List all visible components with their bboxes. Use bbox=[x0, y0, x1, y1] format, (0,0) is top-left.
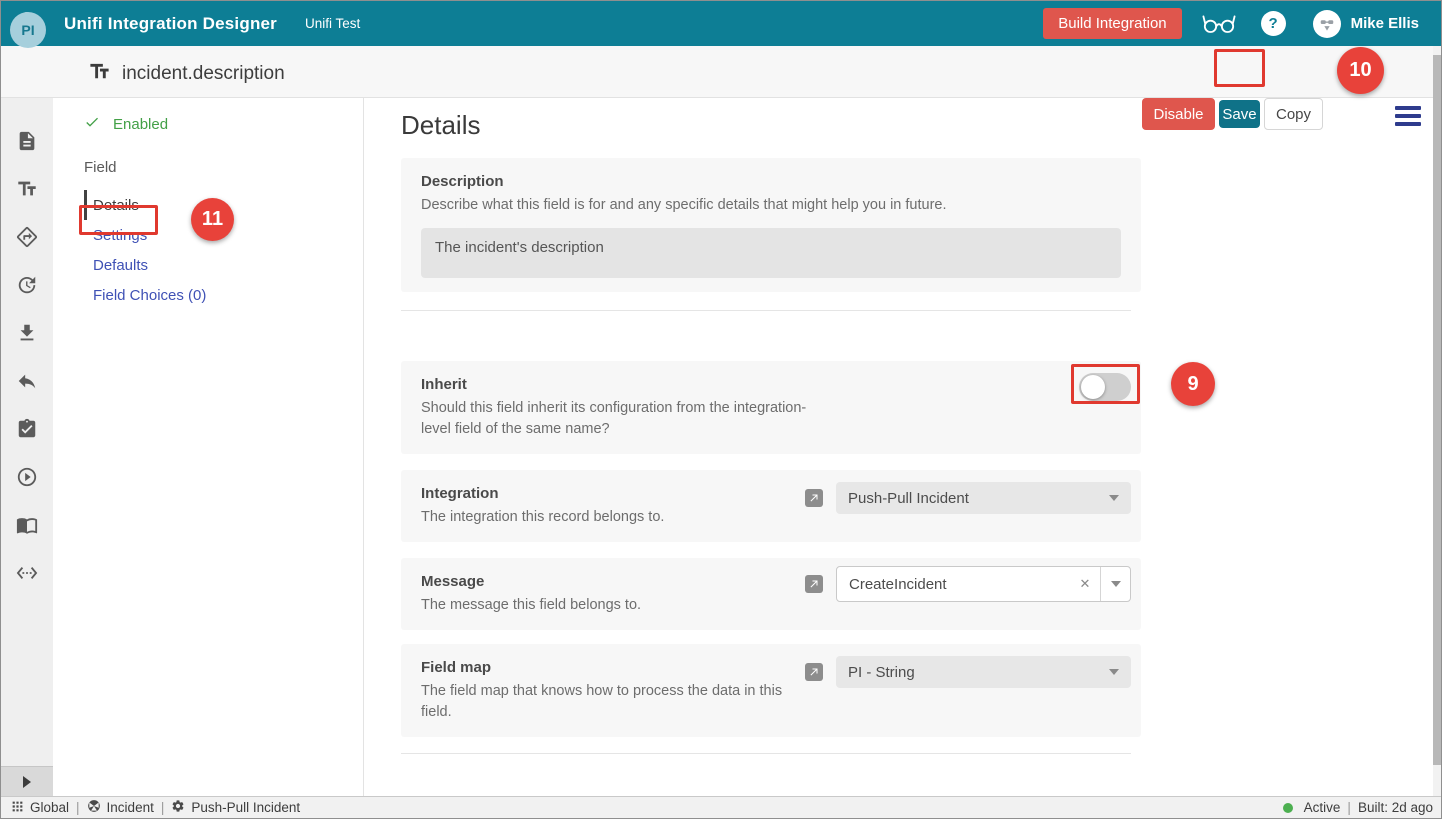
disable-button[interactable]: Disable bbox=[1142, 98, 1215, 130]
integration-label: Integration bbox=[421, 484, 805, 503]
glasses-icon[interactable] bbox=[1202, 12, 1236, 35]
chevron-down-icon bbox=[1109, 495, 1119, 501]
open-record-icon[interactable] bbox=[805, 489, 823, 507]
chevron-down-icon bbox=[1109, 669, 1119, 675]
text-fields-icon[interactable] bbox=[16, 178, 38, 200]
message-label: Message bbox=[421, 572, 805, 591]
record-title-group: incident.description bbox=[88, 60, 285, 88]
user-avatar[interactable] bbox=[1313, 10, 1341, 38]
integration-help: The integration this record belongs to. bbox=[421, 507, 805, 528]
collapse-panel-button[interactable] bbox=[1, 766, 53, 796]
active-status: Active bbox=[1283, 800, 1341, 815]
unifi-integration-designer-window: { "topbar": { "app_title": "Unifi Integr… bbox=[0, 0, 1442, 819]
download-icon[interactable] bbox=[16, 322, 38, 344]
vertical-scrollbar[interactable] bbox=[1433, 46, 1441, 796]
inherit-toggle[interactable] bbox=[1079, 373, 1131, 401]
inherit-help: Should this field inherit its configurat… bbox=[421, 398, 836, 440]
nav-item-defaults[interactable]: Defaults bbox=[84, 250, 363, 280]
field-map-label: Field map bbox=[421, 658, 805, 677]
app-title: Unifi Integration Designer bbox=[64, 14, 277, 34]
field-map-select[interactable]: PI - String bbox=[836, 656, 1131, 688]
details-form: Details Description Describe what this f… bbox=[365, 98, 1433, 796]
record-toolbar: incident.description Disable Save Copy bbox=[1, 46, 1441, 98]
directions-icon[interactable] bbox=[16, 226, 38, 248]
status-bar: Global | Incident | Push-Pull Incident A… bbox=[1, 796, 1441, 818]
table-indicator[interactable]: Incident bbox=[87, 799, 154, 816]
nav-list: Details Settings Defaults Field Choices … bbox=[84, 190, 363, 310]
record-title: incident.description bbox=[122, 63, 285, 85]
play-circle-icon[interactable] bbox=[16, 466, 38, 488]
description-textarea[interactable]: The incident's description bbox=[421, 228, 1121, 278]
integration-select[interactable]: Push-Pull Incident bbox=[836, 482, 1131, 514]
copy-button[interactable]: Copy bbox=[1264, 98, 1323, 130]
enabled-label: Enabled bbox=[113, 116, 168, 133]
open-record-icon[interactable] bbox=[805, 575, 823, 593]
expand-icon bbox=[23, 776, 31, 788]
icon-rail bbox=[1, 46, 53, 796]
field-map-card: Field map The field map that knows how t… bbox=[401, 644, 1141, 737]
toggle-knob bbox=[1081, 375, 1105, 399]
workspace-badge[interactable]: PI bbox=[10, 12, 46, 48]
inherit-label: Inherit bbox=[421, 375, 1079, 394]
message-field-card: Message The message this field belongs t… bbox=[401, 558, 1141, 630]
code-icon[interactable] bbox=[16, 562, 38, 584]
build-integration-button[interactable]: Build Integration bbox=[1043, 8, 1181, 39]
description-help: Describe what this field is for and any … bbox=[421, 195, 1131, 216]
table-icon bbox=[87, 799, 101, 816]
nav-section-label: Field bbox=[84, 159, 363, 176]
gear-icon bbox=[171, 799, 185, 816]
grid-icon bbox=[11, 800, 24, 816]
description-field-card: Description Describe what this field is … bbox=[401, 158, 1141, 292]
built-timestamp: Built: 2d ago bbox=[1358, 800, 1433, 815]
help-icon[interactable]: ? bbox=[1261, 11, 1286, 36]
document-icon[interactable] bbox=[16, 130, 38, 152]
scope-indicator[interactable]: Global bbox=[11, 800, 69, 816]
reply-icon[interactable] bbox=[16, 370, 38, 392]
user-name[interactable]: Mike Ellis bbox=[1351, 15, 1419, 32]
inherit-field-card: Inherit Should this field inherit its co… bbox=[401, 361, 1141, 454]
book-icon[interactable] bbox=[16, 514, 38, 536]
nav-item-details[interactable]: Details bbox=[84, 190, 363, 220]
update-icon[interactable] bbox=[16, 274, 38, 296]
dropdown-button[interactable] bbox=[1101, 567, 1130, 601]
status-dot bbox=[1283, 803, 1293, 813]
message-combobox[interactable]: CreateIncident ✕ bbox=[836, 566, 1131, 602]
task-check-icon[interactable] bbox=[16, 418, 38, 440]
enabled-status: Enabled bbox=[84, 114, 363, 134]
open-record-icon[interactable] bbox=[805, 663, 823, 681]
message-help: The message this field belongs to. bbox=[421, 595, 805, 616]
clear-icon[interactable]: ✕ bbox=[1070, 567, 1100, 601]
check-icon bbox=[84, 114, 100, 134]
environment-name[interactable]: Unifi Test bbox=[305, 16, 360, 31]
menu-icon[interactable] bbox=[1395, 106, 1421, 130]
integration-indicator[interactable]: Push-Pull Incident bbox=[171, 799, 300, 816]
app-header: Unifi Integration Designer Unifi Test Bu… bbox=[1, 1, 1441, 46]
chevron-down-icon bbox=[1111, 581, 1121, 587]
field-map-help: The field map that knows how to process … bbox=[421, 681, 805, 723]
nav-item-settings[interactable]: Settings bbox=[84, 220, 363, 250]
nav-item-field-choices[interactable]: Field Choices (0) bbox=[84, 280, 363, 310]
text-fields-icon bbox=[88, 60, 111, 88]
integration-field-card: Integration The integration this record … bbox=[401, 470, 1141, 542]
scrollbar-thumb[interactable] bbox=[1433, 55, 1441, 765]
description-label: Description bbox=[421, 172, 1131, 191]
save-button[interactable]: Save bbox=[1219, 100, 1260, 128]
record-nav-panel: Enabled Field Details Settings Defaults … bbox=[53, 98, 364, 796]
